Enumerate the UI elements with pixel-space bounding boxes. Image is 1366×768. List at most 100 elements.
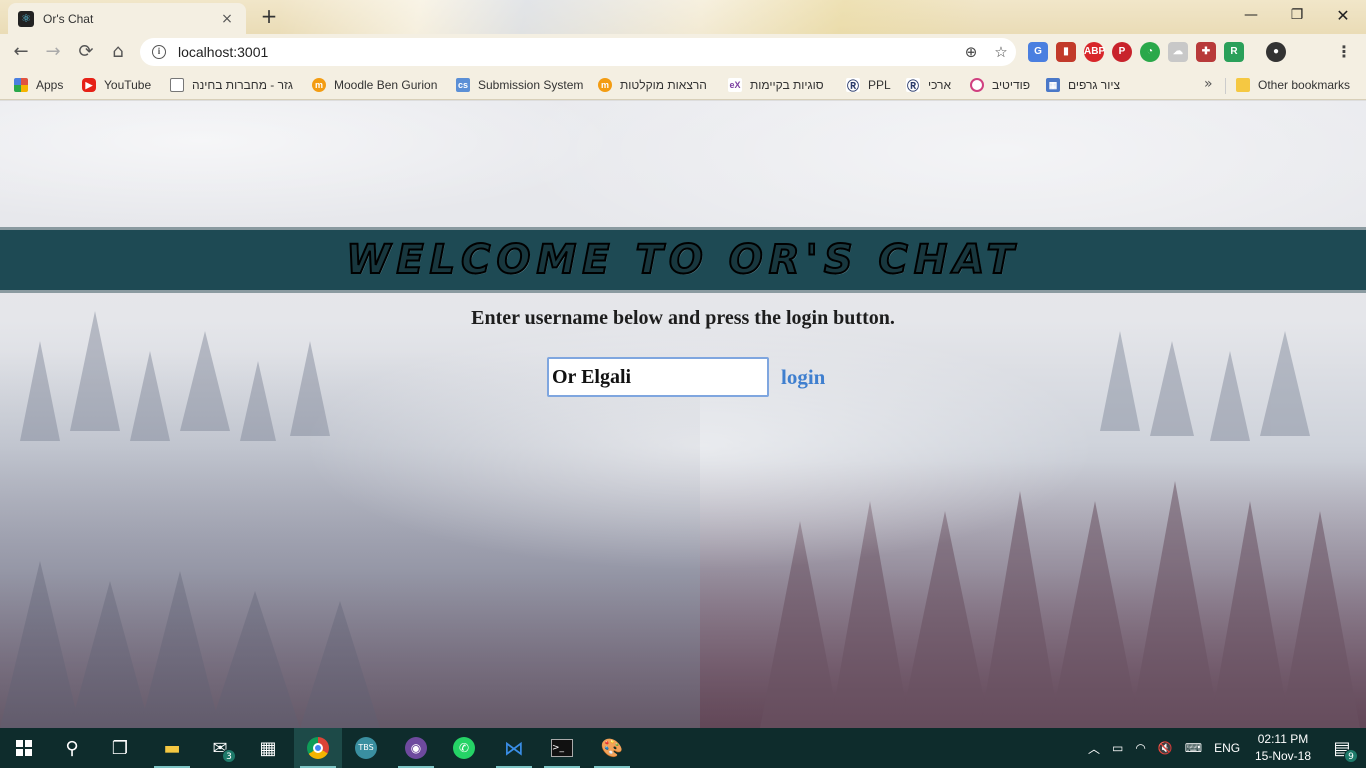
bookmark-apps[interactable]: Apps [14,76,63,94]
mail-app[interactable]: ✉ 3 [196,728,244,768]
login-button[interactable]: login [781,365,825,390]
bookmark-label: ארכי [928,78,952,92]
battery-icon[interactable]: ▭ [1112,741,1123,755]
tray-overflow-icon[interactable]: ︿ [1088,740,1100,757]
search-button[interactable]: ⚲ [48,728,96,768]
colorful-extension-icon[interactable]: ◔ [1140,42,1160,62]
other-bookmarks[interactable]: Other bookmarks [1236,76,1350,94]
clock-time: 02:11 PM [1257,732,1309,746]
paint-app[interactable]: 🎨 [588,728,636,768]
site-info-icon[interactable]: i [152,45,166,59]
bookmark-label: Submission System [478,78,584,92]
page-title: Welcome to Or's Chat [345,236,1020,284]
bookmarks-overflow-button[interactable]: » [1204,76,1213,92]
bookmark-submission-system[interactable]: cs Submission System [456,76,583,94]
terminal-icon: >_ [551,739,573,757]
bookmarks-divider [1225,78,1226,94]
cloud-extension-icon[interactable]: ☁ [1168,42,1188,62]
calculator-app[interactable]: ▦ [244,728,292,768]
address-url[interactable]: localhost:3001 [178,44,956,60]
browser-toolbar: ← → ⟳ ⌂ i localhost:3001 ⊕ ☆ G ▮ ABP P ◔… [0,34,1366,70]
mail-badge: 3 [222,749,236,763]
calculator-icon: ▦ [259,737,277,759]
youtube-icon: ▶ [82,78,96,92]
language-indicator[interactable]: ENG [1214,741,1240,755]
chrome-app[interactable] [294,728,342,768]
bookmark-label: ציור גרפים [1068,78,1120,92]
github-desktop-app[interactable]: ◉ [392,728,440,768]
username-input[interactable] [547,357,769,397]
profile-avatar-icon[interactable]: ● [1266,42,1286,62]
bookmark-recorded-lectures[interactable]: m הרצאות מוקלטות [598,76,707,94]
volume-muted-icon[interactable]: 🔇 [1158,741,1173,755]
paint-palette-icon: 🎨 [600,737,624,759]
search-icon: ⚲ [65,737,79,759]
new-tab-button[interactable]: + [256,6,282,28]
windows-taskbar: ⚲ ❐ ▬ ✉ 3 ▦ TBS ◉ ✆ ⋈ >_ 🎨 ︿ ▭ ◠ 🔇 ⌨ ENG… [0,728,1366,768]
bookmark-label: סוגיות בקיימות [750,78,824,92]
notification-badge: 9 [1344,749,1358,763]
window-minimize-button[interactable]: — [1228,0,1274,30]
bookmark-moodle[interactable]: m Moodle Ben Gurion [312,76,437,94]
forward-button[interactable]: → [41,40,65,64]
bookmark-graph-drawing[interactable]: ▦ ציור גרפים [1046,76,1120,94]
task-view-button[interactable]: ❐ [96,728,144,768]
system-tray: ︿ ▭ ◠ 🔇 ⌨ ENG [1088,728,1240,768]
wifi-icon[interactable]: ◠ [1135,741,1145,755]
window-maximize-button[interactable]: ❐ [1274,0,1320,30]
bookmark-label: YouTube [104,78,152,92]
window-close-button[interactable]: ✕ [1320,0,1366,30]
ribbon-icon: Ⓡ [906,78,920,93]
tbs-icon: TBS [355,737,377,759]
bookmark-sustainability[interactable]: eX סוגיות בקיימות [728,76,824,94]
adblock-extension-icon[interactable]: ABP [1084,42,1105,62]
keyboard-icon[interactable]: ⌨ [1185,741,1202,755]
tab-ors-chat[interactable]: ⚛ Or's Chat × [8,3,246,34]
bookmark-extension-icon[interactable]: ▮ [1056,42,1076,62]
apps-grid-icon [14,78,28,92]
bookmark-poditiv[interactable]: פודיטיב [970,76,1030,94]
page-icon [170,78,184,92]
back-button[interactable]: ← [9,40,33,64]
file-explorer-app[interactable]: ▬ [148,728,196,768]
home-button[interactable]: ⌂ [106,40,130,64]
bookmark-archi[interactable]: Ⓡ ארכי [906,76,951,94]
page-viewport: Welcome to Or's Chat Enter username belo… [0,101,1366,728]
github-icon: ◉ [405,737,427,759]
tab-close-icon[interactable]: × [218,11,236,27]
bookmark-exam-notebooks[interactable]: גזר - מחברות בחינה [170,76,293,94]
bookmark-youtube[interactable]: ▶ YouTube [82,76,151,94]
moodle-icon: m [598,78,612,92]
tab-strip: ⚛ Or's Chat × + — ❐ ✕ [0,0,1366,34]
zoom-icon[interactable]: ⊕ [956,43,986,61]
terminal-app[interactable]: >_ [538,728,586,768]
tbs-app[interactable]: TBS [342,728,390,768]
clock[interactable]: 02:11 PM 15-Nov-18 [1248,731,1318,765]
vscode-app[interactable]: ⋈ [490,728,538,768]
login-form: login [547,357,825,397]
vscode-icon: ⋈ [504,736,524,760]
pinterest-extension-icon[interactable]: P [1112,42,1132,62]
bookmark-ppl[interactable]: Ⓡ PPL [846,76,891,94]
folder-icon [1236,78,1250,92]
r-extension-icon[interactable]: R [1224,42,1244,62]
task-view-icon: ❐ [111,737,129,759]
start-button[interactable] [0,728,48,768]
bookmark-label: Moodle Ben Gurion [334,78,438,92]
whatsapp-app[interactable]: ✆ [440,728,488,768]
browser-menu-button[interactable]: ⋮ [1334,40,1354,64]
clock-date: 15-Nov-18 [1254,749,1312,763]
circle-icon [970,78,984,92]
cs-icon: cs [456,78,470,92]
reload-button[interactable]: ⟳ [74,40,98,64]
login-instruction: Enter username below and press the login… [471,307,895,329]
star-icon[interactable]: ☆ [986,43,1016,61]
address-bar[interactable]: i localhost:3001 ⊕ ☆ [140,38,1016,66]
whatsapp-icon: ✆ [453,737,475,759]
translate-extension-icon[interactable]: G [1028,42,1048,62]
extensions-row: G ▮ ABP P ◔ ☁ ✚ R ● [1028,42,1286,62]
action-center-button[interactable]: ▤ 9 [1318,728,1366,768]
bookmark-label: הרצאות מוקלטות [620,78,707,92]
other-bookmarks-label: Other bookmarks [1258,78,1351,92]
ruler-extension-icon[interactable]: ✚ [1196,42,1216,62]
